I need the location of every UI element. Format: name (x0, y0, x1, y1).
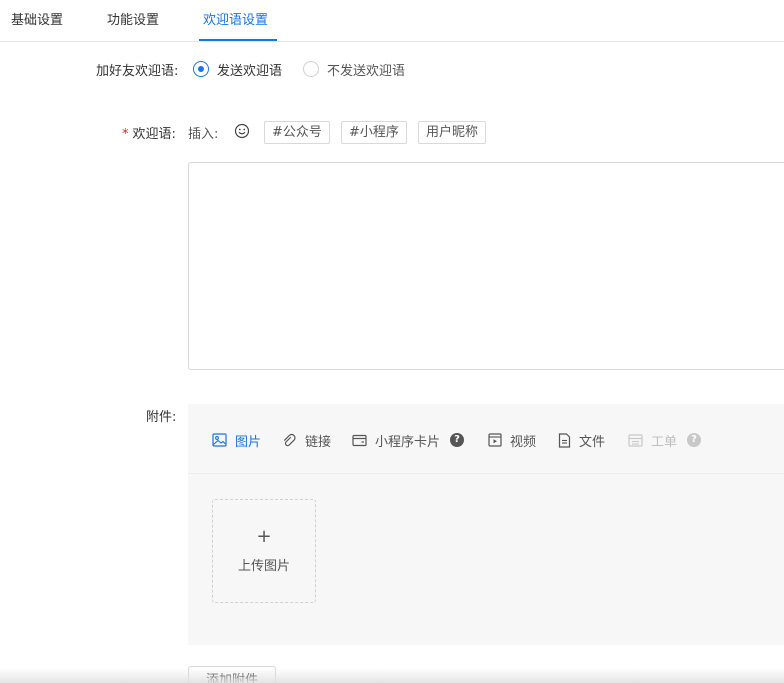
bottom-fade (0, 668, 784, 683)
insert-tag-official-account[interactable]: #公众号 (264, 121, 330, 144)
attachment-type-bar: 图片 链接 小程序卡片 ? 视频 文件 工单 ? (188, 404, 784, 474)
welcome-toggle-label: 加好友欢迎语: (96, 64, 179, 79)
video-icon (488, 433, 502, 447)
ticket-icon (628, 433, 643, 447)
help-icon[interactable]: ? (687, 433, 702, 447)
tab-feature-settings[interactable]: 功能设置 (107, 0, 159, 42)
image-icon (212, 433, 227, 447)
welcome-message-label-text: 欢迎语: (132, 127, 176, 142)
radio-no-send-welcome[interactable]: 不发送欢迎语 (303, 60, 406, 79)
attachment-type-link-label: 链接 (305, 434, 332, 450)
radio-no-send-welcome-label: 不发送欢迎语 (327, 63, 406, 79)
required-mark: * (122, 127, 129, 142)
welcome-message-label: * 欢迎语: (122, 123, 176, 142)
insert-label: 插入: (188, 127, 219, 142)
tab-basic-settings[interactable]: 基础设置 (11, 0, 63, 42)
radio-send-welcome-label: 发送欢迎语 (217, 63, 283, 79)
welcome-message-input[interactable] (188, 162, 784, 370)
attachments-label: 附件: (146, 410, 177, 425)
active-tab-indicator (199, 39, 277, 41)
radio-send-welcome[interactable]: 发送欢迎语 (193, 60, 283, 79)
radio-send-welcome-indicator[interactable] (193, 61, 209, 77)
settings-tabs: 基础设置 功能设置 欢迎语设置 (0, 0, 784, 42)
attachment-type-image[interactable]: 图片 (212, 431, 262, 450)
radio-no-send-welcome-indicator[interactable] (303, 61, 319, 77)
attachment-type-link[interactable]: 链接 (282, 431, 332, 450)
attachment-type-image-label: 图片 (235, 434, 262, 450)
insert-tag-mini-program[interactable]: #小程序 (341, 121, 407, 144)
attachment-type-ticket-label: 工单 (651, 434, 678, 450)
add-attachment-button[interactable]: 添加附件 (188, 666, 276, 683)
upload-image-button[interactable]: + 上传图片 (212, 499, 316, 603)
attachment-type-video-label: 视频 (510, 434, 537, 450)
attachment-type-mini-program-card[interactable]: 小程序卡片 ? (352, 431, 465, 450)
attachments-panel: 图片 链接 小程序卡片 ? 视频 文件 工单 ? + 上传图片 (188, 404, 784, 645)
emoji-icon[interactable] (234, 123, 250, 139)
insert-tag-user-nickname[interactable]: 用户昵称 (418, 121, 487, 144)
plus-icon: + (256, 526, 272, 547)
mini-program-card-icon (352, 434, 367, 446)
help-icon[interactable]: ? (450, 433, 465, 447)
attachment-type-ticket: 工单 ? (628, 431, 702, 450)
attachment-type-video[interactable]: 视频 (488, 431, 537, 450)
attachment-type-file-label: 文件 (579, 434, 606, 450)
link-icon (284, 433, 296, 446)
attachment-type-mini-program-card-label: 小程序卡片 (375, 434, 441, 450)
tab-welcome-settings[interactable]: 欢迎语设置 (203, 0, 268, 42)
attachment-type-file[interactable]: 文件 (558, 431, 606, 450)
file-icon (558, 432, 571, 448)
upload-image-label: 上传图片 (237, 559, 290, 574)
